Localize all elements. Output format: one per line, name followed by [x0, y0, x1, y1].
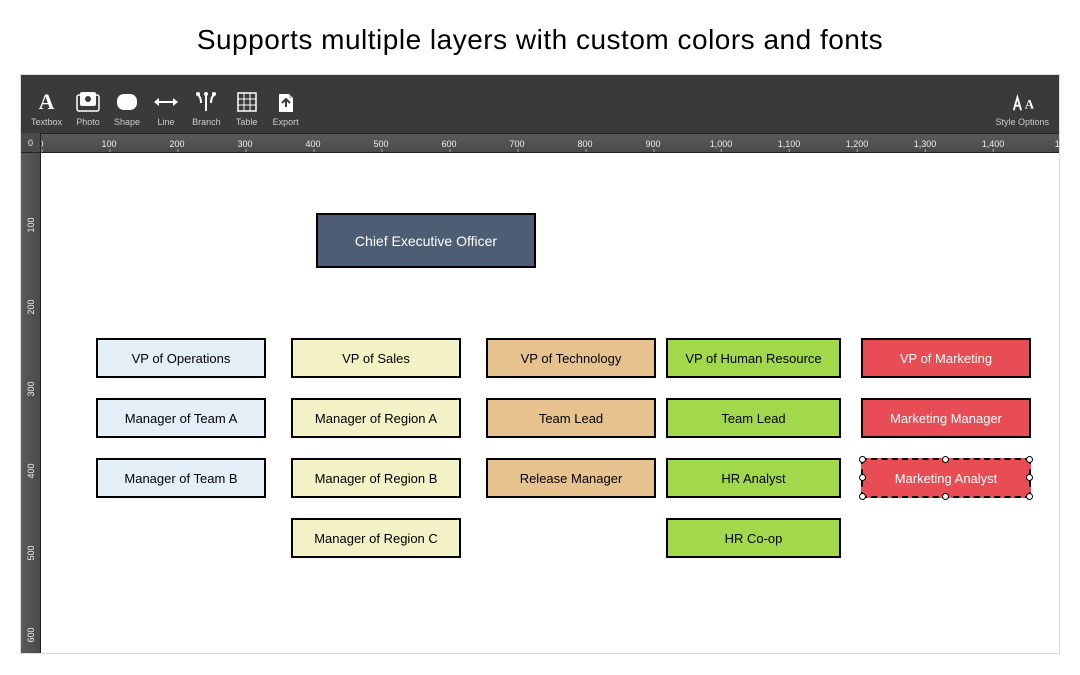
ruler-h-tick: 600	[441, 134, 456, 153]
export-button[interactable]: Export	[273, 90, 299, 127]
ruler-h-tick: 800	[577, 134, 592, 153]
org-node-label: VP of Marketing	[900, 351, 992, 366]
ruler-h-tick: 1,200	[846, 134, 869, 153]
shape-label: Shape	[114, 117, 140, 127]
photo-button[interactable]: Photo	[76, 90, 100, 127]
org-node-label: VP of Operations	[132, 351, 231, 366]
ruler-v-tick: 400	[26, 461, 36, 481]
canvas[interactable]: Chief Executive Officer VP of Operations M…	[41, 153, 1059, 653]
selection-handle-ml[interactable]	[859, 474, 866, 481]
ruler-h-tick: 700	[509, 134, 524, 153]
org-node-label: Release Manager	[520, 471, 623, 486]
org-node-label: Marketing Manager	[890, 411, 1002, 426]
ruler-v-tick: 200	[26, 297, 36, 317]
org-node-label: Manager of Region A	[315, 411, 437, 426]
line-label: Line	[158, 117, 175, 127]
org-node-hr-vp[interactable]: VP of Human Resource	[666, 338, 841, 378]
org-node-label: Chief Executive Officer	[355, 233, 497, 249]
shape-icon	[115, 90, 139, 114]
branch-icon	[194, 90, 218, 114]
selection-handle-bm[interactable]	[942, 493, 949, 500]
table-icon	[235, 90, 259, 114]
org-node-sales-vp[interactable]: VP of Sales	[291, 338, 461, 378]
selection-handle-br[interactable]	[1026, 493, 1033, 500]
org-node-ops-a[interactable]: Manager of Team A	[96, 398, 266, 438]
ruler-h-tick: 900	[645, 134, 660, 153]
ruler-vertical: 100 200 300 400 500 600	[21, 153, 41, 653]
ruler-v-tick: 600	[26, 625, 36, 645]
ruler-h-tick: 200	[169, 134, 184, 153]
ruler-h-tick: 1,000	[710, 134, 733, 153]
ruler-h-tick: 100	[101, 134, 116, 153]
ruler-h-tick: 300	[237, 134, 252, 153]
photo-label: Photo	[76, 117, 100, 127]
org-node-sales-c[interactable]: Manager of Region C	[291, 518, 461, 558]
org-node-label: Manager of Team B	[124, 471, 237, 486]
page-title: Supports multiple layers with custom col…	[0, 0, 1080, 74]
textbox-icon: A	[35, 90, 59, 114]
ruler-v-tick: 500	[26, 543, 36, 563]
selection-handle-bl[interactable]	[859, 493, 866, 500]
org-node-tech-rel[interactable]: Release Manager	[486, 458, 656, 498]
org-node-sales-b[interactable]: Manager of Region B	[291, 458, 461, 498]
ruler-v-tick: 100	[26, 215, 36, 235]
org-node-label: Team Lead	[539, 411, 603, 426]
photo-icon	[76, 90, 100, 114]
table-label: Table	[236, 117, 258, 127]
svg-text:A: A	[1025, 96, 1034, 111]
org-node-ops-vp[interactable]: VP of Operations	[96, 338, 266, 378]
org-node-tech-lead[interactable]: Team Lead	[486, 398, 656, 438]
ruler-h-tick: 1,5	[1055, 134, 1059, 153]
org-node-label: VP of Sales	[342, 351, 410, 366]
org-node-label: VP of Technology	[521, 351, 622, 366]
org-node-hr-analyst[interactable]: HR Analyst	[666, 458, 841, 498]
org-node-mkt-vp[interactable]: VP of Marketing	[861, 338, 1031, 378]
org-node-label: VP of Human Resource	[685, 351, 821, 366]
shape-button[interactable]: Shape	[114, 90, 140, 127]
ruler-corner: 0	[21, 133, 41, 153]
ruler-h-tick: 1,400	[982, 134, 1005, 153]
style-options-icon: A	[1010, 90, 1034, 114]
textbox-label: Textbox	[31, 117, 62, 127]
table-button[interactable]: Table	[235, 90, 259, 127]
selection-handle-tm[interactable]	[942, 456, 949, 463]
line-icon	[154, 90, 178, 114]
app-frame: ATextboxPhotoShapeLineBranchTableExport …	[20, 74, 1060, 654]
export-label: Export	[273, 117, 299, 127]
ruler-v-tick: 300	[26, 379, 36, 399]
branch-button[interactable]: Branch	[192, 90, 221, 127]
toolbar: ATextboxPhotoShapeLineBranchTableExport …	[21, 75, 1059, 133]
selection-handle-tl[interactable]	[859, 456, 866, 463]
org-node-ceo[interactable]: Chief Executive Officer	[316, 213, 536, 268]
org-node-hr-coop[interactable]: HR Co-op	[666, 518, 841, 558]
org-node-hr-lead[interactable]: Team Lead	[666, 398, 841, 438]
style-options-button[interactable]: A Style Options	[995, 90, 1049, 127]
org-node-sales-a[interactable]: Manager of Region A	[291, 398, 461, 438]
ruler-horizontal: 0 100 200 300 400 500 600 700 800 900 1,000 1,100 1,…	[21, 133, 1059, 153]
style-options-label: Style Options	[995, 117, 1049, 127]
ruler-h-tick: 400	[305, 134, 320, 153]
branch-label: Branch	[192, 117, 221, 127]
export-icon	[274, 90, 298, 114]
org-node-label: HR Analyst	[721, 471, 785, 486]
org-node-tech-vp[interactable]: VP of Technology	[486, 338, 656, 378]
org-node-label: Manager of Region B	[315, 471, 438, 486]
org-node-label: HR Co-op	[725, 531, 783, 546]
selection-handle-tr[interactable]	[1026, 456, 1033, 463]
org-node-label: Manager of Team A	[125, 411, 238, 426]
org-node-mkt-analyst[interactable]: Marketing Analyst	[861, 458, 1031, 498]
org-node-label: Manager of Region C	[314, 531, 438, 546]
ruler-h-tick: 1,100	[778, 134, 801, 153]
org-node-label: Team Lead	[721, 411, 785, 426]
org-node-mkt-mgr[interactable]: Marketing Manager	[861, 398, 1031, 438]
line-button[interactable]: Line	[154, 90, 178, 127]
org-node-ops-b[interactable]: Manager of Team B	[96, 458, 266, 498]
textbox-button[interactable]: A Textbox	[31, 90, 62, 127]
ruler-h-tick: 500	[373, 134, 388, 153]
ruler-h-tick: 1,300	[914, 134, 937, 153]
org-node-label: Marketing Analyst	[895, 471, 998, 486]
selection-handle-mr[interactable]	[1026, 474, 1033, 481]
